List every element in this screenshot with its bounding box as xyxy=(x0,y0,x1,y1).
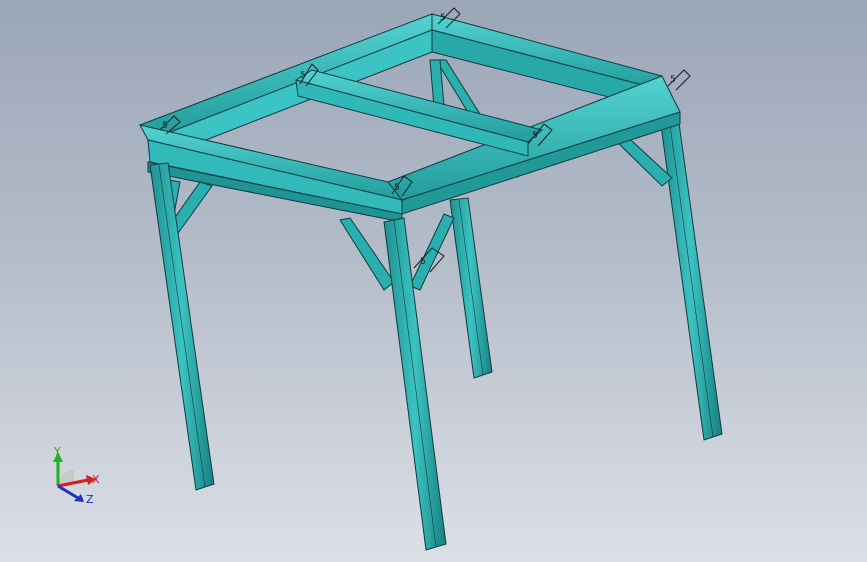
axis-label-z: Z xyxy=(86,493,94,506)
svg-text:5: 5 xyxy=(420,257,426,267)
svg-text:5: 5 xyxy=(440,13,446,23)
svg-text:5: 5 xyxy=(300,71,306,81)
svg-text:5: 5 xyxy=(532,131,538,141)
svg-text:5: 5 xyxy=(394,183,400,193)
svg-text:5: 5 xyxy=(670,75,676,85)
top-middle-beam[interactable] xyxy=(294,69,544,157)
svg-text:5: 5 xyxy=(162,121,168,131)
axis-triad: Y X Z xyxy=(40,440,110,510)
steel-frame-model[interactable]: 5 5 5 5 5 5 5 xyxy=(0,0,867,562)
top-front-beam[interactable] xyxy=(139,124,404,223)
axis-label-x: X xyxy=(92,473,100,486)
cad-viewport[interactable]: 5 5 5 5 5 5 5 Y X Z xyxy=(0,0,867,562)
front-right-leg[interactable] xyxy=(383,217,447,551)
weld-symbol[interactable]: 5 xyxy=(667,69,691,91)
back-right-leg[interactable] xyxy=(659,115,723,441)
back-left-leg[interactable] xyxy=(449,197,493,379)
axis-label-y: Y xyxy=(54,445,61,458)
top-left-beam[interactable] xyxy=(138,13,433,151)
